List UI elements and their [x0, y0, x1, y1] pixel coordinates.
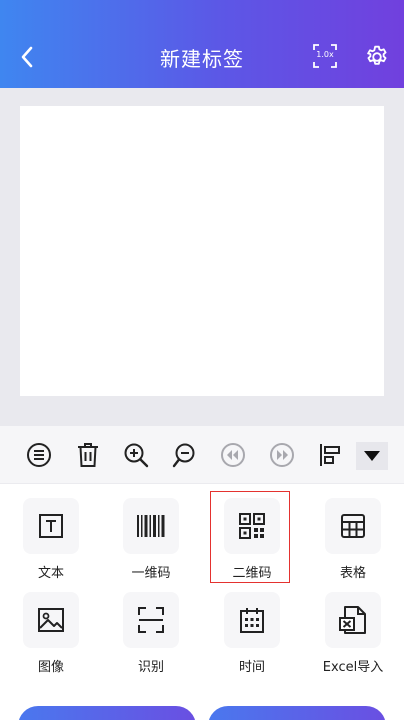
label-canvas[interactable] [20, 106, 384, 396]
tile-image[interactable]: 图像 [11, 592, 91, 675]
expand-toolbar-button[interactable] [356, 442, 388, 470]
triangle-down-icon [364, 451, 380, 461]
table-icon [341, 514, 365, 538]
zoom-level: 1.0x [316, 50, 334, 59]
tile-label: Excel导入 [322, 660, 384, 675]
tile-icon-box [325, 498, 381, 554]
tile-icon-box [123, 592, 179, 648]
tile-label: 识别 [137, 660, 164, 675]
gear-icon [367, 45, 387, 65]
excel-file-icon [339, 606, 366, 634]
tile-label: 图像 [37, 660, 64, 675]
scan-icon [138, 607, 164, 633]
bottom-right-button[interactable] [208, 706, 386, 720]
page-title: 新建标签 [160, 47, 244, 71]
tile-time[interactable]: 时间 [212, 592, 292, 675]
canvas-area [0, 88, 404, 426]
tile-barcode[interactable]: 一维码 [111, 498, 191, 581]
previous-button[interactable] [218, 440, 248, 470]
bottom-left-button[interactable] [18, 706, 196, 720]
edit-toolbar [0, 426, 404, 484]
list-icon [27, 443, 51, 467]
image-icon [38, 608, 64, 632]
zoom-in-icon [124, 443, 149, 468]
selection-highlight [210, 491, 290, 583]
tile-icon-box [325, 592, 381, 648]
tile-label: 时间 [238, 660, 265, 675]
tile-label: 表格 [339, 566, 366, 581]
list-button[interactable] [24, 440, 54, 470]
tile-text[interactable]: 文本 [11, 498, 91, 581]
barcode-icon [137, 515, 165, 537]
zoom-out-icon [172, 443, 195, 468]
tile-icon-box [123, 498, 179, 554]
tile-label: 文本 [37, 566, 64, 581]
rewind-icon [221, 443, 245, 467]
tile-excel-import[interactable]: Excel导入 [313, 592, 393, 675]
fast-forward-icon [270, 443, 294, 467]
align-left-icon [320, 444, 340, 466]
calendar-icon [240, 608, 264, 633]
tile-icon-box [224, 592, 280, 648]
tile-table[interactable]: 表格 [313, 498, 393, 581]
next-button[interactable] [267, 440, 297, 470]
settings-button[interactable] [364, 44, 390, 70]
zoom-in-button[interactable] [121, 440, 151, 470]
delete-button[interactable] [73, 440, 103, 470]
tile-scan[interactable]: 识别 [111, 592, 191, 675]
zoom-out-button[interactable] [170, 440, 200, 470]
zoom-button[interactable]: 1.0x [312, 43, 338, 69]
align-button[interactable] [315, 440, 345, 470]
trash-icon [78, 443, 98, 467]
text-icon [39, 514, 63, 538]
tile-icon-box [23, 498, 79, 554]
app-header: 新建标签 1.0x [0, 0, 404, 88]
tile-label: 一维码 [131, 566, 171, 581]
tile-icon-box [23, 592, 79, 648]
